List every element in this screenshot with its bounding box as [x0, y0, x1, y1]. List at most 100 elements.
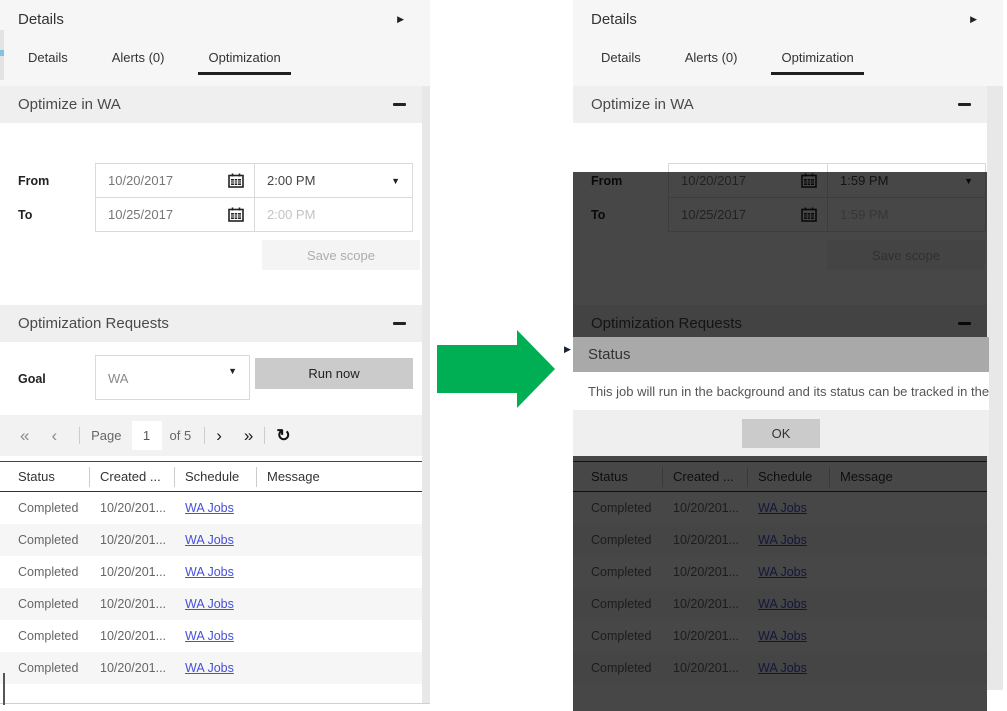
dialog-message: This job will run in the background and …	[573, 372, 989, 410]
table-row[interactable]: Completed 10/20/201... WA Jobs	[0, 492, 422, 524]
last-page-icon[interactable]: »	[244, 426, 253, 446]
ok-button[interactable]: OK	[742, 419, 820, 448]
created-cell: 10/20/201...	[90, 565, 175, 579]
caret-down-icon: ▼	[228, 366, 237, 376]
page-number-input[interactable]	[132, 421, 162, 450]
dialog-titlebar: Status	[573, 337, 989, 372]
table-row[interactable]: Completed 10/20/201... WA Jobs	[0, 620, 422, 652]
details-panel-after: Details ▶ Details Alerts (0) Optimizatio…	[573, 0, 1003, 690]
created-cell: 10/20/201...	[90, 533, 175, 547]
page-title: Details	[591, 11, 637, 28]
page-title: Details	[18, 11, 64, 28]
next-page-icon[interactable]: ›	[216, 426, 222, 446]
created-cell: 10/20/201...	[90, 501, 175, 515]
pagination-bar: « ‹ Page of 5 › » ↻	[0, 415, 422, 456]
schedule-link[interactable]: WA Jobs	[175, 501, 257, 515]
save-scope-button[interactable]: Save scope	[262, 240, 420, 270]
refresh-icon[interactable]: ↻	[276, 426, 290, 446]
panel-top: Details ▶ Details Alerts (0) Optimizatio…	[573, 0, 1003, 86]
calendar-icon[interactable]	[228, 173, 244, 188]
table-body: Completed 10/20/201... WA Jobs Completed…	[0, 492, 422, 684]
status-cell: Completed	[0, 533, 90, 547]
panel-top: Details ▶ Details Alerts (0) Optimizatio…	[0, 0, 430, 86]
page-label: Page	[91, 428, 121, 443]
divider	[79, 427, 80, 444]
to-date-value: 10/25/2017	[108, 207, 173, 222]
table-row[interactable]: Completed 10/20/201... WA Jobs	[0, 524, 422, 556]
scrollbar-track[interactable]	[987, 86, 1003, 690]
goal-dropdown[interactable]: WA ▼	[95, 355, 250, 400]
dialog-title: Status	[588, 346, 631, 363]
tab-optimization[interactable]: Optimization	[771, 42, 863, 75]
tab-details[interactable]: Details	[18, 42, 78, 75]
schedule-link[interactable]: WA Jobs	[175, 533, 257, 547]
arrow-tip	[517, 330, 555, 408]
collapse-minus-icon[interactable]	[393, 322, 406, 325]
details-panel-before: Details ▶ Details Alerts (0) Optimizatio…	[0, 0, 430, 704]
status-cell: Completed	[0, 661, 90, 675]
tab-optimization[interactable]: Optimization	[198, 42, 290, 75]
goal-row: Goal WA ▼ Run now	[0, 342, 422, 415]
to-date-field[interactable]: 10/25/2017	[95, 197, 255, 232]
to-row: To 10/25/2017 2:00 PM ▼	[0, 197, 422, 232]
optimize-section-title: Optimize in WA	[18, 96, 121, 113]
requests-table: Status Created ... Schedule Message Comp…	[0, 461, 422, 684]
cropped-edge-line	[3, 673, 5, 705]
run-now-button[interactable]: Run now	[255, 358, 413, 389]
status-dialog: Status This job will run in the backgrou…	[573, 337, 989, 456]
divider	[264, 427, 265, 444]
schedule-link[interactable]: WA Jobs	[175, 597, 257, 611]
to-label: To	[0, 197, 95, 232]
table-row[interactable]: Completed 10/20/201... WA Jobs	[0, 588, 422, 620]
col-header-message[interactable]: Message	[257, 467, 422, 487]
to-time-value: 2:00 PM	[267, 207, 315, 222]
col-header-status[interactable]: Status	[0, 467, 90, 487]
col-header-created[interactable]: Created ...	[90, 467, 175, 487]
from-date-value: 10/20/2017	[108, 173, 173, 188]
prev-page-icon[interactable]: ‹	[51, 426, 57, 446]
tabbar: Details Alerts (0) Optimization	[0, 36, 430, 86]
schedule-link[interactable]: WA Jobs	[175, 565, 257, 579]
optimize-section-title: Optimize in WA	[591, 96, 694, 113]
status-cell: Completed	[0, 629, 90, 643]
col-header-schedule[interactable]: Schedule	[175, 467, 257, 487]
calendar-icon[interactable]	[228, 207, 244, 222]
optimize-section-header: Optimize in WA	[573, 86, 987, 123]
screenshot-stage: Details ▶ Details Alerts (0) Optimizatio…	[0, 0, 1007, 711]
panel-titlebar: Details ▶	[0, 0, 430, 36]
table-header-row: Status Created ... Schedule Message	[0, 461, 422, 492]
goal-label: Goal	[18, 342, 46, 415]
optimize-body: From 10/20/2017 2:00 PM ▼ To 10/25/2017	[0, 123, 422, 305]
panel-expand-icon[interactable]: ▶	[397, 14, 404, 25]
dialog-footer: OK	[573, 410, 989, 456]
optimize-section-header: Optimize in WA	[0, 86, 422, 123]
save-row: Save scope	[0, 232, 422, 270]
table-row[interactable]: Completed 10/20/201... WA Jobs	[0, 556, 422, 588]
tab-alerts[interactable]: Alerts (0)	[102, 42, 175, 75]
collapse-minus-icon[interactable]	[958, 103, 971, 106]
from-time-value: 2:00 PM	[267, 173, 315, 188]
tab-details[interactable]: Details	[591, 42, 651, 75]
panel-titlebar: Details ▶	[573, 0, 1003, 36]
transition-arrow	[437, 330, 555, 408]
created-cell: 10/20/201...	[90, 661, 175, 675]
arrow-body	[437, 345, 517, 393]
schedule-link[interactable]: WA Jobs	[175, 629, 257, 643]
cropped-edge-blue-tick	[0, 50, 4, 56]
status-cell: Completed	[0, 597, 90, 611]
requests-section-title: Optimization Requests	[18, 315, 169, 332]
first-page-icon[interactable]: «	[20, 426, 29, 446]
status-cell: Completed	[0, 501, 90, 515]
panel-expand-icon[interactable]: ▶	[970, 14, 977, 25]
to-time-dropdown[interactable]: 2:00 PM ▼	[254, 197, 413, 232]
from-time-dropdown[interactable]: 2:00 PM ▼	[254, 163, 413, 198]
goal-value: WA	[108, 356, 128, 401]
from-date-field[interactable]: 10/20/2017	[95, 163, 255, 198]
requests-section-header: Optimization Requests	[0, 305, 422, 342]
dialog-expander-icon[interactable]: ▶	[564, 344, 571, 355]
collapse-minus-icon[interactable]	[393, 103, 406, 106]
schedule-link[interactable]: WA Jobs	[175, 661, 257, 675]
scrollbar-track[interactable]	[422, 86, 430, 703]
table-row[interactable]: Completed 10/20/201... WA Jobs	[0, 652, 422, 684]
tab-alerts[interactable]: Alerts (0)	[675, 42, 748, 75]
